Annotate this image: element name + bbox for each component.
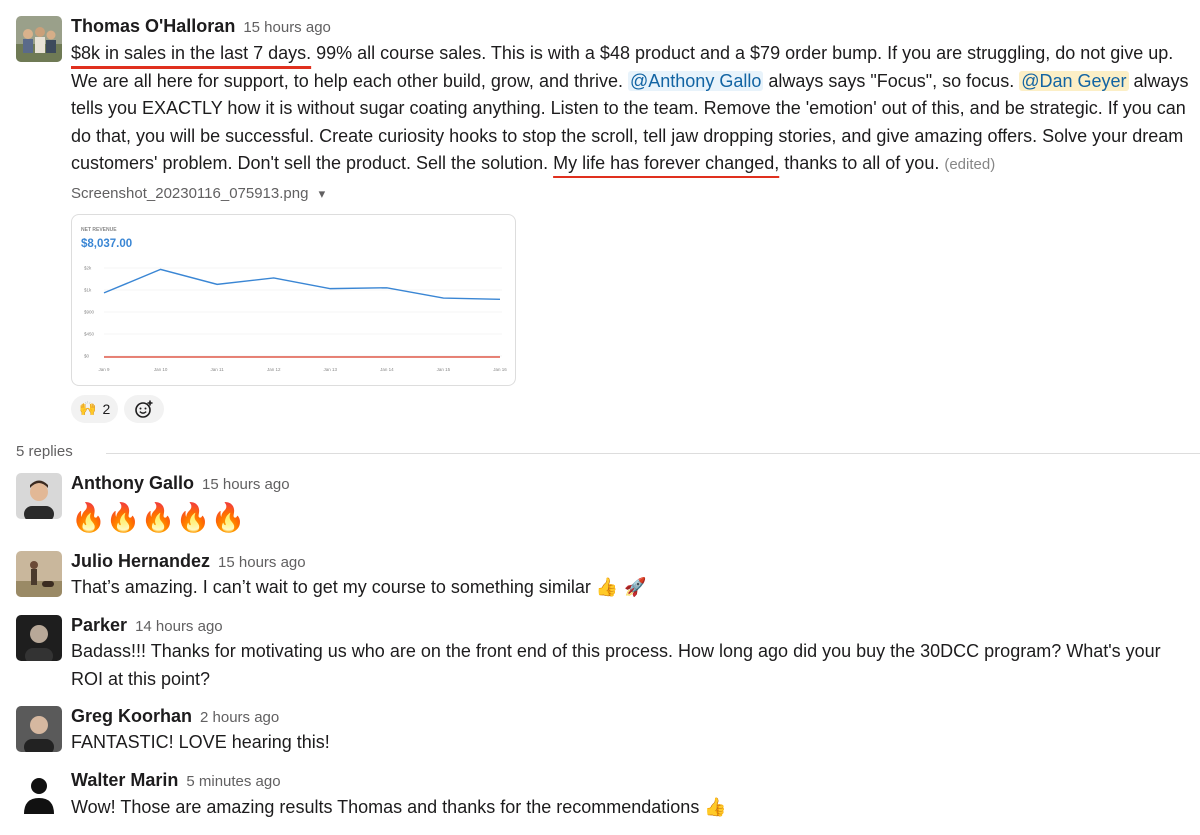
message-body: FANTASTIC! LOVE hearing this! — [71, 732, 330, 752]
text-run: tells you EXACTLY how it is without suga… — [71, 98, 1186, 118]
chart-title: NET REVENUE — [81, 227, 117, 233]
timestamp[interactable]: 15 hours ago — [218, 554, 306, 571]
default-user-icon — [16, 770, 62, 816]
message-header: Thomas O'Halloran 15 hours ago — [71, 16, 331, 37]
message-body: 🔥🔥🔥🔥🔥 — [71, 501, 246, 534]
revenue-chart: NET REVENUE $8,037.00 $2k $1k $900 $450 $0 J… — [81, 227, 507, 372]
outdoor-photo-avatar-icon — [16, 551, 62, 597]
text-run: We are all here for support, to help eac… — [71, 70, 628, 91]
message-header: Anthony Gallo 15 hours ago — [71, 473, 290, 494]
message-line: ROI at this point? — [71, 668, 211, 689]
message-header: Parker 14 hours ago — [71, 615, 223, 636]
text-run: Wow! Those are amazing results Thomas an… — [71, 797, 700, 817]
x-tick-label: Jan 12 — [267, 367, 281, 372]
text-run: thanks to all of you. — [779, 153, 945, 173]
x-tick-label: Jan 10 — [154, 367, 168, 372]
add-emoji-icon — [135, 400, 153, 418]
text-run: always says "Focus", so focus. — [763, 70, 1020, 91]
replies-divider: 5 replies — [16, 441, 1200, 463]
reaction-raised-hands[interactable]: 🙌 2 — [71, 395, 119, 423]
y-tick-label: $900 — [84, 310, 95, 315]
message-body: Badass!!! Thanks for motivating us who a… — [71, 638, 1200, 693]
add-reaction-button[interactable] — [124, 395, 165, 423]
chart-subtitle: $8,037.00 — [81, 238, 132, 250]
replies-count[interactable]: 5 replies — [16, 443, 73, 460]
message-body: That’s amazing. I can’t wait to get my c… — [71, 574, 1200, 602]
x-tick-label: Jan 11 — [211, 367, 225, 372]
y-tick-label: $2k — [84, 266, 92, 271]
message-line-2: We are all here for support, to help eac… — [71, 68, 1200, 96]
highlighted-text: My life has forever changed, — [553, 153, 780, 173]
x-tick-label: Jan 15 — [437, 367, 451, 372]
divider — [106, 453, 1200, 454]
author-name[interactable]: Julio Hernandez — [71, 551, 210, 571]
author-name[interactable]: Walter Marin — [71, 770, 178, 790]
y-tick-label: $0 — [84, 354, 90, 359]
reactions-bar: 🙌 2 — [71, 395, 165, 423]
timestamp[interactable]: 15 hours ago — [243, 19, 331, 36]
attachment-filename[interactable]: Screenshot_20230116_075913.png ▾ — [71, 185, 325, 202]
text-run: customers' problem. Don't sell the produ… — [71, 153, 554, 173]
reaction-count: 2 — [102, 401, 111, 417]
avatar[interactable] — [16, 615, 62, 661]
thumbs-up-rocket-icon: 👍 🚀 — [595, 577, 647, 598]
text-run: 99% all course sales. This is with a $48… — [311, 43, 1174, 63]
avatar[interactable] — [16, 551, 62, 597]
author-name[interactable]: Parker — [71, 615, 127, 635]
x-tick-label: Jan 9 — [98, 367, 110, 372]
highlighted-text: $8k in sales in the last 7 days. — [71, 43, 312, 63]
avatar[interactable] — [16, 706, 62, 752]
author-name[interactable]: Anthony Gallo — [71, 473, 194, 493]
timestamp[interactable]: 15 hours ago — [202, 476, 290, 493]
timestamp[interactable]: 5 minutes ago — [186, 773, 280, 790]
x-tick-label: Jan 13 — [324, 367, 338, 372]
mention-dan-geyer[interactable]: @Dan Geyer — [1019, 70, 1129, 91]
message-header: Julio Hernandez 15 hours ago — [71, 551, 306, 572]
message-line-5: customers' problem. Don't sell the produ… — [71, 150, 1200, 178]
edited-label: (edited) — [944, 156, 996, 173]
raised-hands-icon: 🙌 — [79, 401, 97, 417]
message-line: Badass!!! Thanks for motivating us who a… — [71, 641, 1161, 661]
message-line-1: $8k in sales in the last 7 days. 99% all… — [71, 40, 1200, 68]
message-header: Walter Marin 5 minutes ago — [71, 770, 281, 791]
thumbs-up-icon: 👍 — [704, 797, 727, 818]
attachment-image[interactable]: NET REVENUE $8,037.00 $2k $1k $900 $450 $0 J… — [71, 214, 516, 386]
message-line-4: do that, you will be successful. Create … — [71, 123, 1200, 151]
author-name[interactable]: Thomas O'Halloran — [71, 16, 235, 36]
message-header: Greg Koorhan 2 hours ago — [71, 706, 279, 727]
y-tick-label: $450 — [84, 332, 95, 337]
message-body: $8k in sales in the last 7 days. 99% all… — [71, 40, 1200, 178]
avatar[interactable] — [16, 770, 62, 816]
avatar[interactable] — [16, 473, 62, 519]
text-run: always — [1128, 70, 1189, 91]
family-photo-avatar-icon — [16, 16, 62, 62]
person-avatar-icon — [16, 473, 62, 519]
text-run: That’s amazing. I can’t wait to get my c… — [71, 577, 591, 597]
x-tick-label: Jan 14 — [380, 367, 394, 372]
person-avatar-icon — [16, 615, 62, 661]
message-body: Wow! Those are amazing results Thomas an… — [71, 794, 1200, 822]
mention-anthony-gallo[interactable]: @Anthony Gallo — [628, 70, 764, 91]
file-name-text: Screenshot_20230116_075913.png — [71, 185, 309, 202]
person-avatar-icon — [16, 706, 62, 752]
message-line-3: tells you EXACTLY how it is without suga… — [71, 95, 1200, 123]
text-run: do that, you will be successful. Create … — [71, 125, 1184, 146]
author-name[interactable]: Greg Koorhan — [71, 706, 192, 726]
avatar[interactable] — [16, 16, 62, 62]
timestamp[interactable]: 14 hours ago — [135, 618, 223, 635]
chevron-down-icon[interactable]: ▾ — [319, 186, 326, 201]
x-tick-label: Jan 16 — [493, 367, 507, 372]
series-line-1 — [103, 268, 501, 301]
timestamp[interactable]: 2 hours ago — [200, 709, 279, 726]
y-tick-label: $1k — [84, 288, 92, 293]
